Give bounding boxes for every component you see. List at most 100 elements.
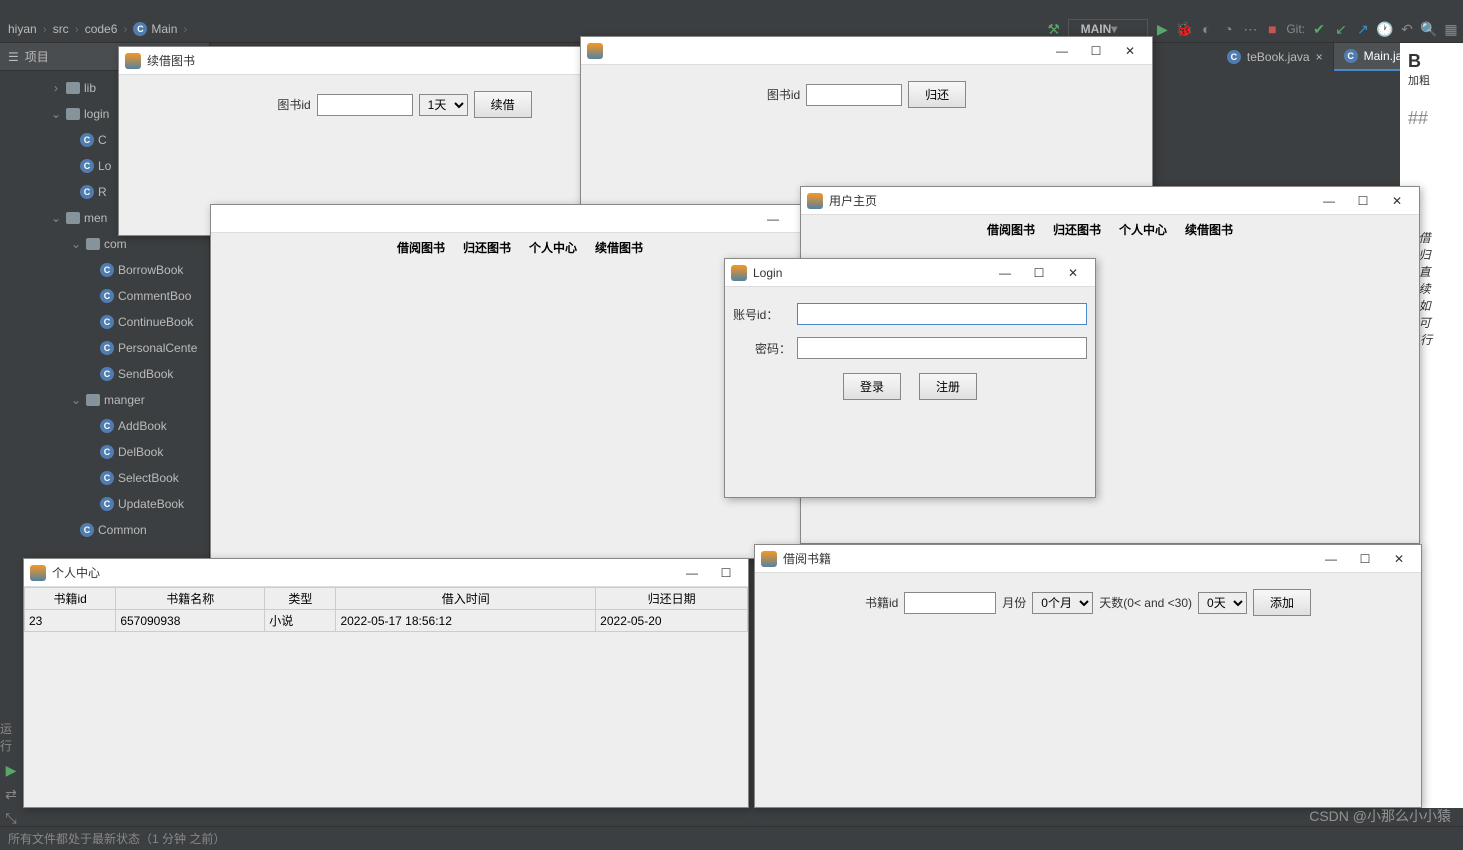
window-titlebar[interactable]: 个人中心 —☐ — [24, 559, 748, 587]
menu-borrow[interactable]: 借阅图书 — [397, 239, 445, 256]
debug-icon[interactable]: 🐞 — [1176, 21, 1192, 37]
maximize-icon[interactable]: ☐ — [1080, 41, 1112, 61]
cell: 小说 — [265, 610, 336, 632]
close-icon[interactable]: ✕ — [1057, 263, 1089, 283]
status-bar: 所有文件都处于最新状态（1 分钟 之前） — [0, 826, 1463, 850]
book-id-input[interactable] — [904, 592, 996, 614]
col-header[interactable]: 书籍id — [25, 588, 116, 610]
settings-icon[interactable]: ▦ — [1443, 21, 1459, 37]
menu-personal[interactable]: 个人中心 — [1119, 221, 1167, 238]
close-icon[interactable]: ✕ — [1381, 191, 1413, 211]
bold-label[interactable]: B — [1408, 51, 1455, 72]
editor-tab[interactable]: CteBook.java× — [1217, 43, 1334, 71]
git-update-icon[interactable]: ↗ — [1355, 21, 1371, 37]
window-titlebar[interactable]: —☐ — [211, 205, 829, 233]
tree-node-class[interactable]: CSelectBook — [0, 465, 209, 491]
window-titlebar[interactable]: 用户主页 —☐✕ — [801, 187, 1419, 215]
register-button[interactable]: 注册 — [919, 373, 977, 400]
borrow-book-window[interactable]: 借阅书籍 —☐✕ 书籍id 月份 0个月 天数(0< and <30) 0天 添… — [754, 544, 1422, 808]
tree-node-class[interactable]: CCommon — [0, 517, 209, 543]
book-id-input[interactable] — [806, 84, 902, 106]
add-button[interactable]: 添加 — [1253, 589, 1311, 616]
month-select[interactable]: 0个月 — [1032, 592, 1093, 614]
search-icon[interactable]: 🔍 — [1421, 21, 1437, 37]
breadcrumb-item[interactable]: hiyan — [8, 22, 37, 36]
stop-icon[interactable]: ■ — [1264, 21, 1280, 37]
hammer-icon[interactable]: ⚒ — [1046, 21, 1062, 37]
minimize-icon[interactable]: — — [1046, 41, 1078, 61]
personal-center-window[interactable]: 个人中心 —☐ 书籍id 书籍名称 类型 借入时间 归还日期 23 657090… — [23, 558, 749, 808]
breadcrumb-item[interactable]: src — [53, 22, 69, 36]
chevron-down-icon: ⌄ — [50, 107, 62, 121]
window-title: 用户主页 — [829, 192, 877, 209]
return-button[interactable]: 归还 — [908, 81, 966, 108]
menu-continue[interactable]: 续借图书 — [595, 239, 643, 256]
maximize-icon[interactable]: ☐ — [710, 563, 742, 583]
close-icon[interactable]: ✕ — [1383, 549, 1415, 569]
breadcrumb-item[interactable]: CMain — [133, 22, 177, 36]
continue-button[interactable]: 续借 — [474, 91, 532, 118]
tree-node-class[interactable]: CUpdateBook — [0, 491, 209, 517]
col-header[interactable]: 书籍名称 — [116, 588, 265, 610]
maximize-icon[interactable]: ☐ — [1347, 191, 1379, 211]
password-input[interactable] — [797, 337, 1087, 359]
days-select[interactable]: 1天 — [419, 94, 468, 116]
menu-continue[interactable]: 续借图书 — [1185, 221, 1233, 238]
maximize-icon[interactable]: ☐ — [1349, 549, 1381, 569]
menu-return[interactable]: 归还图书 — [1053, 221, 1101, 238]
java-icon — [30, 565, 46, 581]
run-label[interactable]: 运行 — [0, 720, 22, 754]
git-history-icon[interactable]: 🕐 — [1377, 21, 1393, 37]
days-select[interactable]: 0天 — [1198, 592, 1247, 614]
folder-icon — [66, 212, 80, 224]
close-icon[interactable]: ✕ — [1114, 41, 1146, 61]
tree-node-class[interactable]: CCommentBoo — [0, 283, 209, 309]
window-titlebar[interactable]: 借阅书籍 —☐✕ — [755, 545, 1421, 573]
menu-personal[interactable]: 个人中心 — [529, 239, 577, 256]
minimize-icon[interactable]: — — [1315, 549, 1347, 569]
git-commit-icon[interactable]: ↙ — [1333, 21, 1349, 37]
class-icon: C — [1227, 50, 1241, 64]
class-icon: C — [80, 159, 94, 173]
tree-node-class[interactable]: CContinueBook — [0, 309, 209, 335]
tree-node-class[interactable]: CPersonalCente — [0, 335, 209, 361]
menu-return[interactable]: 归还图书 — [463, 239, 511, 256]
expand-icon[interactable]: ⤡ — [3, 810, 19, 826]
menu-borrow[interactable]: 借阅图书 — [987, 221, 1035, 238]
table-row[interactable]: 23 657090938 小说 2022-05-17 18:56:12 2022… — [25, 610, 748, 632]
coverage-icon[interactable]: ◐ — [1198, 21, 1214, 37]
git-rollback-icon[interactable]: ↶ — [1399, 21, 1415, 37]
tree-node-manger[interactable]: ⌄manger — [0, 387, 209, 413]
git-check-icon[interactable]: ✔ — [1311, 21, 1327, 37]
tree-node-class[interactable]: CSendBook — [0, 361, 209, 387]
login-button[interactable]: 登录 — [843, 373, 901, 400]
col-header[interactable]: 类型 — [265, 588, 336, 610]
window-titlebar[interactable]: Login —☐✕ — [725, 259, 1095, 287]
minimize-icon[interactable]: — — [989, 263, 1021, 283]
minimize-icon[interactable]: — — [676, 563, 708, 583]
play-icon[interactable]: ▶ — [3, 762, 19, 778]
col-header[interactable]: 借入时间 — [336, 588, 596, 610]
attach-icon[interactable]: ⋯ — [1242, 21, 1258, 37]
status-text: 所有文件都处于最新状态（1 分钟 之前） — [8, 830, 225, 847]
minimize-icon[interactable]: — — [757, 209, 789, 229]
tree-node-class[interactable]: CBorrowBook — [0, 257, 209, 283]
tree-node-class[interactable]: CAddBook — [0, 413, 209, 439]
book-id-label: 图书id — [277, 96, 310, 113]
heading-label[interactable]: ## — [1408, 108, 1455, 129]
breadcrumb-item[interactable]: code6 — [85, 22, 118, 36]
layout-icon[interactable]: ⇄ — [3, 786, 19, 802]
minimize-icon[interactable]: — — [1313, 191, 1345, 211]
run-icon[interactable]: ▶ — [1154, 21, 1170, 37]
login-window[interactable]: Login —☐✕ 账号id： 密码： 登录 注册 — [724, 258, 1096, 498]
account-input[interactable] — [797, 303, 1087, 325]
book-id-input[interactable] — [317, 94, 413, 116]
window-titlebar[interactable]: —☐✕ — [581, 37, 1152, 65]
col-header[interactable]: 归还日期 — [596, 588, 748, 610]
maximize-icon[interactable]: ☐ — [1023, 263, 1055, 283]
profile-icon[interactable]: ◔ — [1220, 21, 1236, 37]
tree-node-class[interactable]: CDelBook — [0, 439, 209, 465]
class-icon: C — [100, 367, 114, 381]
close-icon[interactable]: × — [1316, 50, 1323, 64]
month-label: 月份 — [1002, 594, 1026, 611]
